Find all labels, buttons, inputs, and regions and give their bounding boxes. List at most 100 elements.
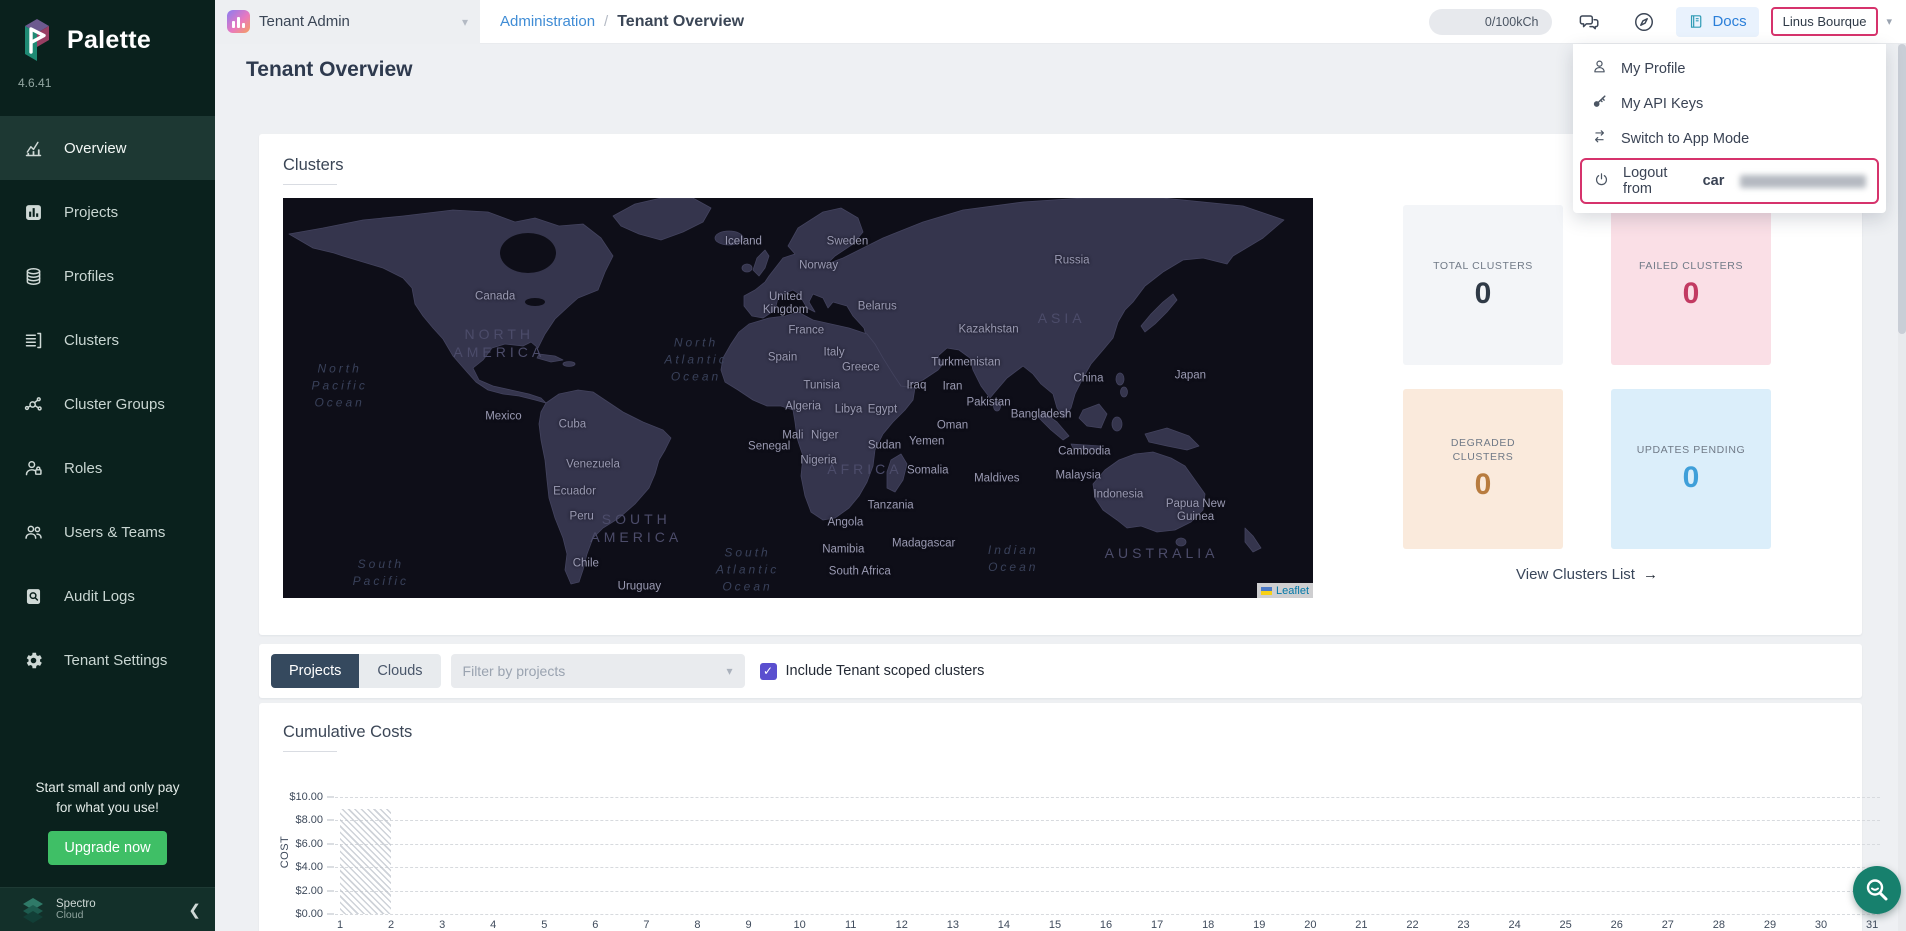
x-tick-label: 10 bbox=[794, 919, 806, 931]
palette-logo: Palette bbox=[0, 0, 215, 64]
stat-label: UPDATES PENDING bbox=[1637, 443, 1746, 457]
sidebar-item-tenant-settings[interactable]: Tenant Settings bbox=[0, 628, 215, 692]
cost-filter-bar: ProjectsClouds Filter by projects ▾ ✓ In… bbox=[259, 644, 1862, 698]
include-tenant-scoped-checkbox[interactable]: ✓ bbox=[760, 663, 777, 680]
vertical-scrollbar[interactable] bbox=[1898, 44, 1906, 931]
key-icon bbox=[1591, 93, 1608, 114]
redacted-text-blur bbox=[1740, 175, 1866, 188]
x-tick-label: 21 bbox=[1355, 919, 1367, 931]
app-name: Palette bbox=[67, 26, 151, 55]
sidebar-footer: Spectro Cloud ❮ bbox=[0, 887, 215, 931]
users-icon bbox=[22, 521, 44, 543]
breadcrumb-administration[interactable]: Administration bbox=[500, 13, 595, 30]
breadcrumb-current: Tenant Overview bbox=[617, 13, 744, 31]
x-tick-label: 3 bbox=[439, 919, 445, 931]
settings-icon bbox=[22, 649, 44, 671]
include-tenant-scoped-row[interactable]: ✓ Include Tenant scoped clusters bbox=[760, 663, 985, 680]
stat-value: 0 bbox=[1475, 277, 1492, 311]
sidebar-collapse-icon[interactable]: ❮ bbox=[188, 901, 201, 919]
sidebar-item-label: Users & Teams bbox=[64, 524, 165, 541]
tab-clouds[interactable]: Clouds bbox=[359, 654, 440, 688]
x-tick-label: 2 bbox=[388, 919, 394, 931]
breadcrumb: Administration / Tenant Overview bbox=[500, 13, 744, 31]
filter-by-projects-select[interactable]: Filter by projects ▾ bbox=[451, 654, 745, 688]
y-tick-label: $10.00 bbox=[289, 791, 323, 803]
usage-meter: 0/100kCh bbox=[1429, 9, 1552, 35]
menu-item-label: Switch to App Mode bbox=[1621, 131, 1749, 147]
gridline bbox=[335, 914, 1880, 915]
user-dropdown-menu: My ProfileMy API Keys Switch to App Mode L… bbox=[1573, 44, 1886, 213]
page-title: Tenant Overview bbox=[246, 58, 413, 82]
upgrade-now-button[interactable]: Upgrade now bbox=[48, 831, 167, 865]
docs-button[interactable]: Docs bbox=[1676, 7, 1758, 37]
tenant-selector-label: Tenant Admin bbox=[259, 13, 350, 30]
menu-item-my-api-keys[interactable]: My API Keys bbox=[1573, 86, 1886, 121]
audit-logs-icon bbox=[22, 585, 44, 607]
tenant-admin-icon bbox=[227, 10, 250, 33]
ukraine-flag-icon bbox=[1261, 587, 1272, 595]
cluster-groups-icon bbox=[22, 393, 44, 415]
x-tick-label: 26 bbox=[1611, 919, 1623, 931]
menu-item-logout-from[interactable]: Logout from car bbox=[1580, 158, 1879, 204]
user-menu-button[interactable]: Linus Bourque bbox=[1771, 7, 1879, 36]
palette-logo-icon bbox=[17, 16, 57, 64]
leaflet-attribution-label: Leaflet bbox=[1276, 585, 1309, 597]
sidebar-item-clusters[interactable]: Clusters bbox=[0, 308, 215, 372]
sidebar-item-overview[interactable]: Overview bbox=[0, 116, 215, 180]
tenant-scope-selector[interactable]: Tenant Admin ▾ bbox=[215, 0, 480, 44]
sidebar-item-users-teams[interactable]: Users & Teams bbox=[0, 500, 215, 564]
clusters-world-map[interactable]: CanadaIcelandSwedenNorwayRussiaUnited Ki… bbox=[283, 198, 1313, 598]
sidebar-item-label: Clusters bbox=[64, 332, 119, 349]
x-tick-label: 11 bbox=[845, 919, 856, 931]
sidebar-item-label: Profiles bbox=[64, 268, 114, 285]
y-tick-label: $8.00 bbox=[295, 814, 323, 826]
x-tick-label: 6 bbox=[592, 919, 598, 931]
menu-item-my-profile[interactable]: My Profile bbox=[1573, 51, 1886, 86]
chevron-down-icon[interactable]: ▾ bbox=[1886, 15, 1892, 28]
sidebar-item-cluster-groups[interactable]: Cluster Groups bbox=[0, 372, 215, 436]
sidebar-item-label: Cluster Groups bbox=[64, 396, 165, 413]
sidebar-item-projects[interactable]: Projects bbox=[0, 180, 215, 244]
x-tick-label: 12 bbox=[896, 919, 908, 931]
x-tick-label: 27 bbox=[1662, 919, 1674, 931]
app-root: Palette 4.6.41 OverviewProjectsProfilesC… bbox=[0, 0, 1906, 931]
profiles-icon bbox=[22, 265, 44, 287]
stat-value: 0 bbox=[1683, 277, 1700, 311]
sidebar-item-roles[interactable]: Roles bbox=[0, 436, 215, 500]
leaflet-attribution[interactable]: Leaflet bbox=[1257, 583, 1313, 598]
y-tick-mark bbox=[327, 843, 334, 844]
x-tick-label: 5 bbox=[541, 919, 547, 931]
resource-search-fab[interactable] bbox=[1853, 866, 1901, 914]
upgrade-promo-text: Start small and only pay for what you us… bbox=[0, 778, 215, 818]
stat-value: 0 bbox=[1683, 461, 1700, 495]
y-tick-mark bbox=[327, 797, 334, 798]
gridline bbox=[335, 820, 1880, 821]
sidebar-item-label: Overview bbox=[64, 140, 127, 157]
scrollbar-thumb[interactable] bbox=[1898, 44, 1906, 334]
chart-title: Cumulative Costs bbox=[283, 723, 412, 742]
menu-item-switch-to-app-mode[interactable]: Switch to App Mode bbox=[1573, 121, 1886, 156]
stat-card-failed-clusters: FAILED CLUSTERS0 bbox=[1611, 205, 1771, 365]
chevron-down-icon: ▾ bbox=[462, 15, 468, 29]
view-clusters-list-link[interactable]: View Clusters List→ bbox=[1403, 566, 1771, 583]
sidebar-item-profiles[interactable]: Profiles bbox=[0, 244, 215, 308]
feedback-chat-button[interactable] bbox=[1576, 8, 1604, 36]
book-icon bbox=[1688, 13, 1705, 30]
docs-label: Docs bbox=[1712, 13, 1746, 30]
explore-help-button[interactable] bbox=[1630, 8, 1658, 36]
scope-tabs: ProjectsClouds bbox=[271, 654, 441, 688]
stat-card-updates-pending: UPDATES PENDING 0 bbox=[1611, 389, 1771, 549]
tab-projects[interactable]: Projects bbox=[271, 654, 359, 688]
x-tick-label: 23 bbox=[1457, 919, 1469, 931]
filter-placeholder: Filter by projects bbox=[463, 663, 566, 679]
x-tick-label: 18 bbox=[1202, 919, 1214, 931]
search-smile-icon bbox=[1864, 877, 1890, 903]
y-tick-label: $0.00 bbox=[295, 908, 323, 920]
x-tick-label: 9 bbox=[745, 919, 751, 931]
arrow-right-icon: → bbox=[1643, 566, 1658, 583]
projects-icon bbox=[22, 201, 44, 223]
sidebar-item-audit-logs[interactable]: Audit Logs bbox=[0, 564, 215, 628]
spectro-cloud-logo-icon bbox=[20, 897, 46, 923]
clusters-card-title: Clusters bbox=[283, 156, 344, 175]
x-tick-label: 16 bbox=[1100, 919, 1112, 931]
